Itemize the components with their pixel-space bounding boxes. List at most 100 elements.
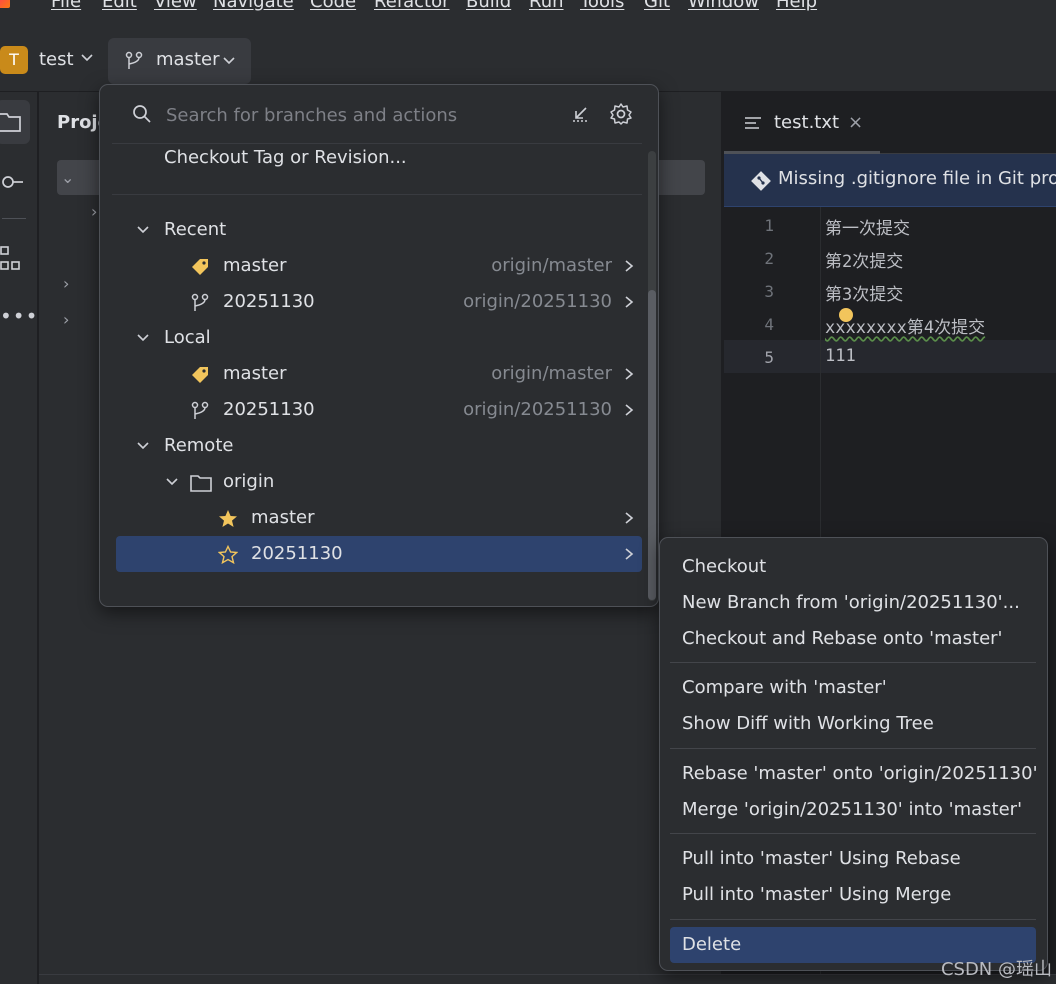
menu-help[interactable]: Help [776,0,817,12]
tool-separator [2,218,26,219]
menu-item-show-diff[interactable]: Show Diff with Working Tree [670,706,1036,742]
code-line: 第一次提交 [825,219,910,239]
remote-name: origin [223,471,275,492]
collapse-icon[interactable] [570,104,590,124]
commit-icon[interactable] [0,172,24,192]
menu-item-compare[interactable]: Compare with 'master' [670,670,1036,706]
chevron-down-icon [166,478,178,486]
menu-item-pull-merge[interactable]: Pull into 'master' Using Merge [670,877,1036,913]
branch-icon [191,401,209,419]
menu-navigate[interactable]: Navigate [213,0,294,12]
branch-item[interactable]: master origin/master [116,248,642,284]
menu-item-checkout-rebase[interactable]: Checkout and Rebase onto 'master' [670,621,1036,657]
close-icon[interactable]: × [848,112,863,133]
menu-item-new-branch[interactable]: New Branch from 'origin/20251130'... [670,585,1036,621]
star-filled-icon [219,510,237,527]
branch-search-input[interactable] [166,101,546,129]
chevron-right-icon[interactable]: › [91,202,97,221]
branch-name: master [223,255,287,276]
checkout-tag-item[interactable]: Checkout Tag or Revision... [116,140,642,176]
branches-popup: Checkout Tag or Revision... Recent maste… [99,84,659,607]
code-line: 第2次提交 [825,252,904,272]
menu-item-checkout[interactable]: Checkout [670,549,1036,585]
branch-actions-menu: Checkout New Branch from 'origin/2025113… [659,537,1048,971]
tracking-branch: origin/master [491,255,612,276]
left-tool-strip: ••• [0,92,38,984]
branch-name: master [251,507,315,528]
tracking-branch: origin/20251130 [463,399,612,420]
lightbulb-icon[interactable] [839,308,853,322]
menu-view[interactable]: View [154,0,197,12]
popup-scrollbar-thumb[interactable] [648,290,656,600]
chevron-right-icon [625,296,634,308]
tag-icon [192,259,208,275]
chevron-down-icon [137,226,149,234]
search-icon [133,105,151,123]
structure-icon[interactable] [0,246,22,272]
menu-window[interactable]: Window [688,0,759,12]
group-local[interactable]: Local [116,320,642,356]
menu-run[interactable]: Run [529,0,564,12]
gear-icon[interactable] [609,102,633,126]
menu-item-label: Compare with 'master' [682,677,887,698]
text-file-icon [745,117,761,129]
code-line: 111 [825,346,856,366]
menu-git[interactable]: Git [644,0,670,12]
group-remote[interactable]: Remote [116,428,642,464]
project-name[interactable]: test [39,49,74,70]
chevron-down-icon [137,442,149,450]
tracking-branch: origin/20251130 [463,291,612,312]
chevron-right-icon[interactable]: › [63,310,69,329]
menu-build[interactable]: Build [466,0,511,12]
code-line: 第3次提交 [825,285,904,305]
project-badge[interactable]: T [0,46,28,74]
line-number: 1 [764,216,774,235]
menu-refactor[interactable]: Refactor [374,0,450,12]
menu-item-merge[interactable]: Merge 'origin/20251130' into 'master' [670,792,1036,828]
line-number: 5 [764,348,774,367]
menu-edit[interactable]: Edit [102,0,137,12]
group-recent[interactable]: Recent [116,212,642,248]
menu-separator [670,833,1036,834]
more-tools-icon[interactable]: ••• [0,304,38,328]
group-label: Local [164,327,211,348]
current-branch-label: master [156,49,220,70]
chevron-down-icon[interactable] [80,50,94,64]
menu-code[interactable]: Code [310,0,356,12]
chevron-down-icon[interactable]: ⌄ [61,168,74,187]
menu-separator [670,748,1036,749]
tag-icon [192,367,208,383]
line-number: 4 [764,315,774,334]
branch-item[interactable]: 20251130 origin/20251130 [116,392,642,428]
banner-text: Missing .gitignore file in Git proj [778,168,1056,189]
menu-item-label: Rebase 'master' onto 'origin/20251130' [682,763,1038,784]
remote-branch-item[interactable]: master [116,500,642,536]
line-number: 2 [764,249,774,268]
chevron-right-icon[interactable]: › [63,274,69,293]
star-outline-icon [218,545,238,565]
chevron-right-icon [625,512,634,524]
tab-label: test.txt [774,112,840,133]
status-bar [39,974,1056,984]
branch-widget-button[interactable]: master [108,38,251,84]
branch-name: master [223,363,287,384]
main-toolbar: T test master [0,16,1056,92]
branch-item[interactable]: master origin/master [116,356,642,392]
menu-tools[interactable]: Tools [580,0,624,12]
menu-item-label: New Branch from 'origin/20251130'... [682,592,1020,613]
folder-icon [190,475,212,492]
menu-item-label: Merge 'origin/20251130' into 'master' [682,799,1023,820]
menu-item-pull-rebase[interactable]: Pull into 'master' Using Rebase [670,841,1036,877]
chevron-right-icon [625,404,634,416]
remote-branch-item-selected[interactable]: 20251130 [116,536,642,572]
menu-item-rebase[interactable]: Rebase 'master' onto 'origin/20251130' [670,756,1038,792]
menu-item-label: Pull into 'master' Using Rebase [682,848,961,869]
branch-icon [125,51,143,69]
project-tool-button[interactable] [0,100,30,144]
popup-separator [112,194,642,195]
menu-file[interactable]: File [51,0,81,12]
branch-name: 20251130 [223,399,315,420]
editor-tab[interactable]: test.txt × [724,92,880,155]
branch-item[interactable]: 20251130 origin/20251130 [116,284,642,320]
remote-origin-folder[interactable]: origin [116,464,642,500]
